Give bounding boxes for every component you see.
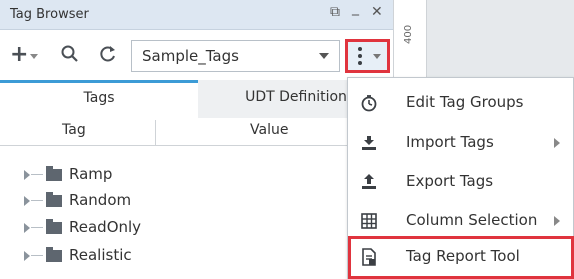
clock-icon [360, 94, 378, 112]
menu-item-import-tags[interactable]: Import Tags [348, 122, 574, 164]
tree-connector [31, 174, 43, 175]
tab-bar: Tags UDT Definition [0, 80, 393, 118]
expand-arrow-icon[interactable] [24, 251, 30, 261]
close-icon[interactable]: ✕ [371, 4, 383, 20]
submenu-arrow-icon [554, 138, 560, 148]
tree-row-random[interactable]: Random [0, 189, 160, 213]
folder-icon [46, 247, 62, 262]
refresh-icon[interactable] [98, 44, 118, 68]
tree-row-readonly[interactable]: ReadOnly [0, 216, 160, 240]
submenu-arrow-icon [554, 216, 560, 226]
tree-row-realistic[interactable]: Realistic [0, 244, 160, 268]
tree-row-ramp[interactable]: Ramp [0, 163, 160, 187]
add-dropdown-caret-icon[interactable] [30, 54, 38, 59]
grid-icon [360, 212, 378, 230]
folder-icon [46, 166, 62, 181]
column-divider[interactable] [155, 120, 156, 146]
more-options-menu: Edit Tag Groups Import Tags Export Tags … [347, 77, 574, 279]
column-header-value[interactable]: Value [250, 122, 288, 138]
tree-item-label: ReadOnly [69, 218, 142, 236]
minimize-icon[interactable]: _ [352, 0, 359, 16]
tag-browser-panel: Tag Browser ⧉ _ ✕ + Sample_Tags Tags UDT… [0, 0, 394, 279]
menu-item-label: Import Tags [406, 133, 494, 151]
menu-item-tag-report-tool[interactable]: Tag Report Tool [348, 236, 574, 279]
tag-provider-value: Sample_Tags [142, 47, 239, 65]
folder-icon [46, 192, 62, 207]
expand-arrow-icon[interactable] [24, 170, 30, 180]
search-icon[interactable] [60, 44, 80, 68]
menu-item-label: Tag Report Tool [406, 247, 520, 265]
tree-item-label: Realistic [69, 246, 132, 264]
tree-item-label: Random [69, 191, 132, 209]
export-icon [360, 173, 378, 191]
ruler-label: 400 [403, 24, 414, 44]
report-icon [360, 248, 378, 266]
menu-item-edit-tag-groups[interactable]: Edit Tag Groups [348, 82, 574, 124]
add-icon[interactable]: + [10, 44, 28, 66]
folder-icon [46, 219, 62, 234]
expand-arrow-icon[interactable] [24, 223, 30, 233]
column-header: Tag Value [0, 120, 393, 146]
import-icon [360, 134, 378, 152]
menu-item-label: Export Tags [406, 172, 494, 190]
chevron-down-icon [373, 54, 381, 59]
tab-tags[interactable]: Tags [0, 80, 198, 118]
menu-item-label: Column Selection [406, 211, 538, 229]
tree-connector [31, 255, 43, 256]
column-header-tag[interactable]: Tag [62, 122, 86, 138]
restore-icon[interactable]: ⧉ [330, 4, 340, 20]
menu-item-label: Edit Tag Groups [406, 93, 524, 111]
menu-item-export-tags[interactable]: Export Tags [348, 161, 574, 203]
more-options-button[interactable] [345, 39, 390, 73]
chevron-down-icon [319, 53, 329, 59]
panel-titlebar[interactable]: Tag Browser ⧉ _ ✕ [0, 0, 393, 30]
panel-title: Tag Browser [10, 7, 89, 22]
tree-connector [31, 200, 43, 201]
tag-provider-select[interactable]: Sample_Tags [131, 40, 340, 72]
tree-connector [31, 227, 43, 228]
tree-item-label: Ramp [69, 165, 113, 183]
expand-arrow-icon[interactable] [24, 196, 30, 206]
kebab-menu-icon [358, 47, 362, 68]
